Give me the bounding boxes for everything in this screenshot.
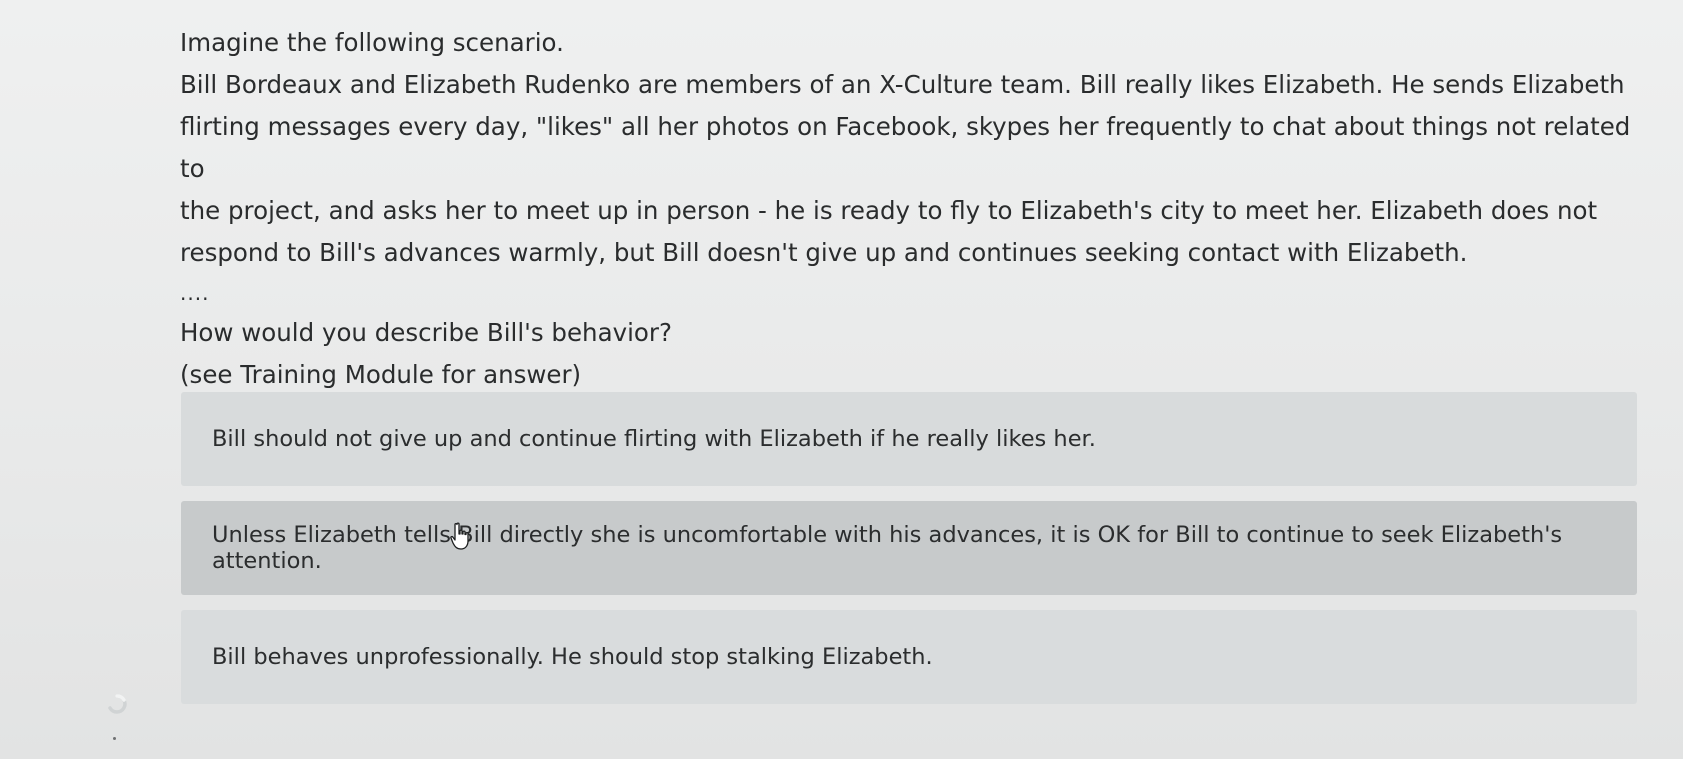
scenario-line-4: respond to Bill's advances warmly, but B… [180,238,1468,267]
answer-option-3[interactable]: Bill behaves unprofessionally. He should… [181,610,1637,704]
survey-page: Imagine the following scenario. Bill Bor… [0,0,1683,759]
question-hint: (see Training Module for answer) [180,360,582,389]
answer-option-label: Unless Elizabeth tells Bill directly she… [212,522,1563,574]
scenario-line-3: the project, and asks her to meet up in … [180,196,1598,225]
question-block: Imagine the following scenario. Bill Bor… [180,22,1650,396]
decorative-dot [113,737,116,740]
loading-spinner-icon [108,694,127,714]
question-intro: Imagine the following scenario. [180,28,564,57]
scenario-line-2: flirting messages every day, "likes" all… [180,112,1631,183]
scenario-line-1: Bill Bordeaux and Elizabeth Rudenko are … [180,70,1625,99]
separator: .... [180,281,210,305]
question-prompt: How would you describe Bill's behavior? [180,318,672,347]
answer-option-label: Bill should not give up and continue fli… [212,426,1096,452]
hand-pointer-icon [450,522,469,550]
answer-options: Bill should not give up and continue fli… [181,392,1637,719]
answer-option-label: Bill behaves unprofessionally. He should… [212,644,933,670]
answer-option-2[interactable]: Unless Elizabeth tells Bill directly she… [181,501,1637,595]
answer-option-1[interactable]: Bill should not give up and continue fli… [181,392,1637,486]
